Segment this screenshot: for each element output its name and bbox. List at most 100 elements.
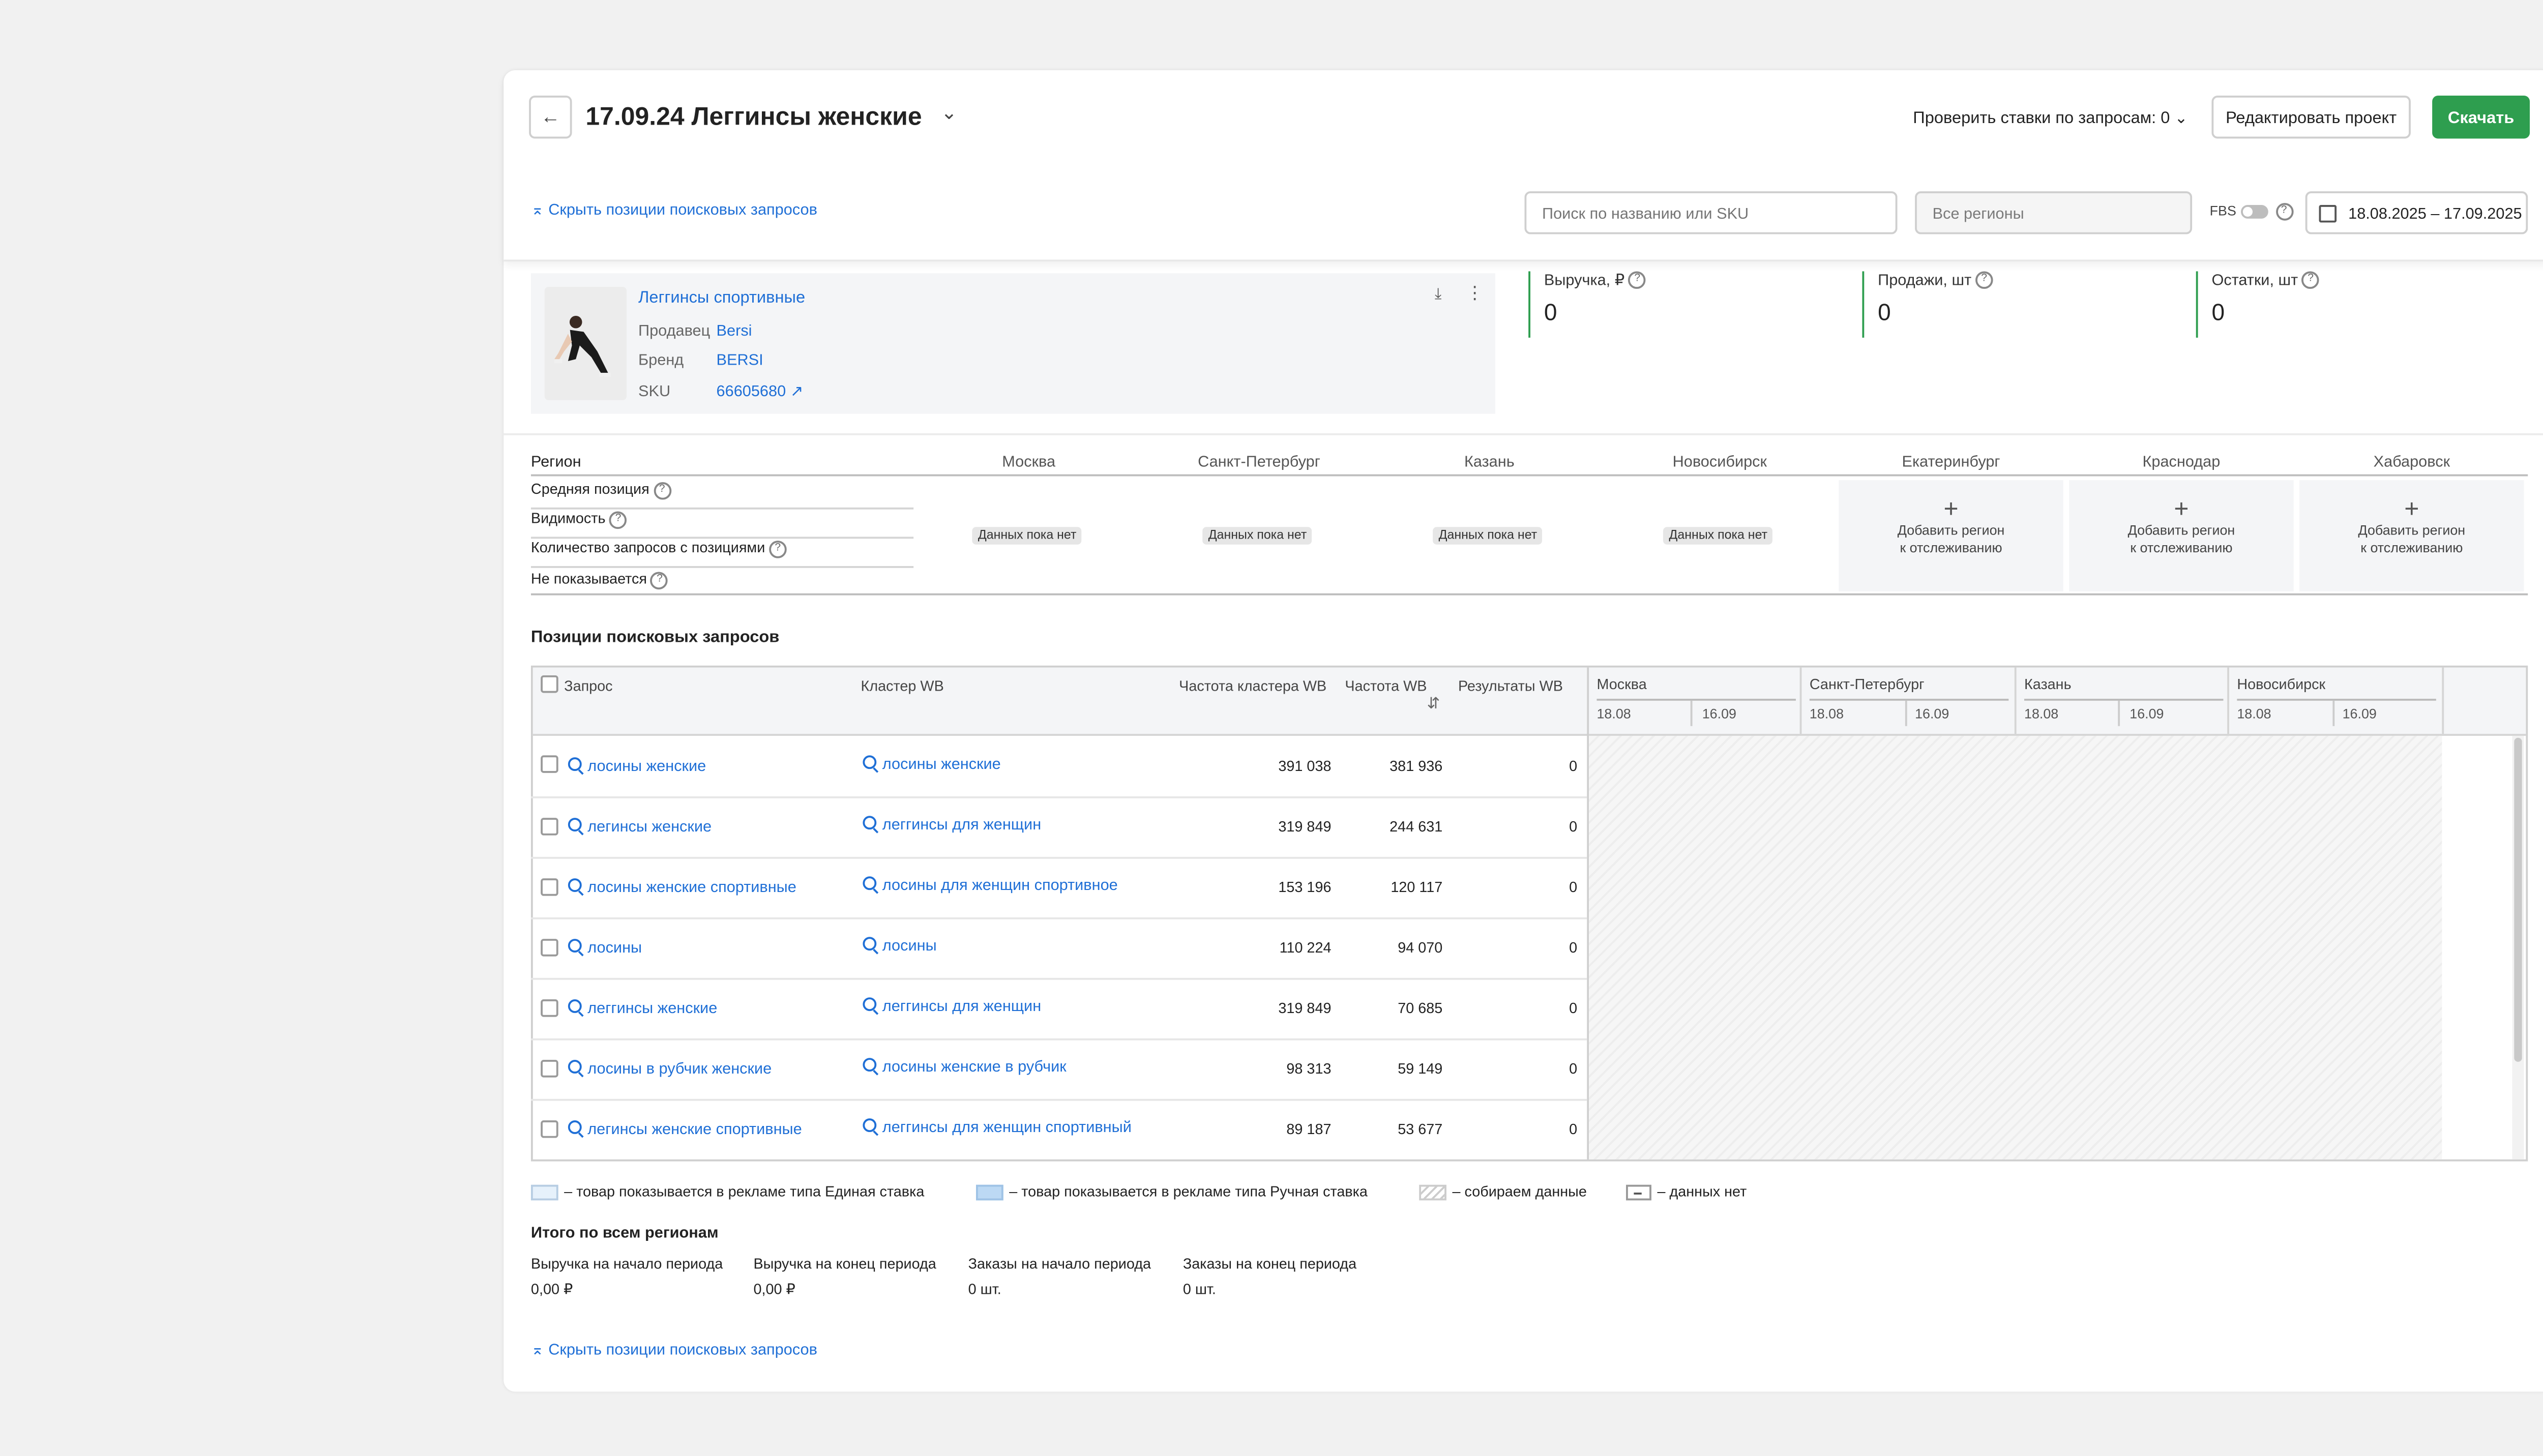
sku-link[interactable]: 66605680 ↗ [717,382,804,400]
cluster-frequency-value: 319 849 [1278,999,1332,1017]
results-value: 0 [1569,757,1578,775]
row-checkbox[interactable] [541,755,558,773]
arrow-left-icon: ← [541,106,560,128]
fbs-toggle[interactable] [2240,204,2268,219]
sort-icon[interactable]: ⇵ [1427,695,1440,712]
row-checkbox[interactable] [541,878,558,896]
date-start: 18.08 [1809,708,1844,723]
row-checkbox[interactable] [541,1060,558,1078]
col-cluster-frequency[interactable]: Частота кластера WB [1179,677,1326,695]
select-all-checkbox[interactable] [541,675,558,693]
cluster-link[interactable]: леггинсы для женщин [863,816,1041,834]
metric-label: Продажи, шт? [1878,271,2155,290]
search-icon [568,999,582,1013]
toggle-knob [2242,206,2252,217]
total-orders-start-value: 0 шт. [968,1280,1001,1298]
help-icon[interactable]: ? [653,481,671,499]
col-cluster[interactable]: Кластер WB [861,677,944,695]
legend-single-bid: – товар показывается в рекламе типа Един… [530,1183,924,1201]
rc-kazan: Казань [2024,675,2224,701]
help-icon[interactable]: ? [2301,272,2320,290]
scrollbar-thumb[interactable] [2514,737,2522,1062]
cluster-frequency-value: 98 313 [1286,1060,1332,1078]
help-icon[interactable]: ? [768,540,787,557]
metric-value: 0 [2211,299,2225,327]
date-end: 16.09 [1702,708,1737,723]
search-icon [863,876,877,890]
help-icon[interactable]: ? [1975,272,1993,290]
help-icon[interactable]: ? [650,571,669,589]
help-icon[interactable]: ? [1628,272,1646,290]
row-checkbox[interactable] [541,939,558,957]
region-sep [2014,667,2017,734]
search-input[interactable] [1524,191,1898,234]
back-button[interactable]: ← [529,96,572,139]
rc-novosibirsk: Новосибирск [2237,675,2436,701]
metric-value: 0 [1544,299,1557,327]
cluster-link[interactable]: леггинсы для женщин [863,997,1041,1015]
sku-label: SKU [638,382,671,400]
region-sep [1799,667,1802,734]
cluster-link[interactable]: лосины для женщин спортивное [863,876,1118,894]
hide-positions-link[interactable]: ⌅ Скрыть позиции поисковых запросов [531,201,817,219]
query-link[interactable]: лосины женские спортивные [568,878,796,896]
col-query[interactable]: Запрос [564,677,612,695]
region-sep [2227,667,2229,734]
brand-link[interactable]: BERSI [717,351,763,369]
add-region-khabarovsk[interactable]: + Добавить регион к отслеживанию [2299,480,2524,591]
frequency-value: 381 936 [1389,757,1443,775]
hide-positions-footer-link[interactable]: ⌅ Скрыть позиции поисковых запросов [531,1341,817,1359]
cluster-link[interactable]: леггинсы для женщин спортивный [863,1118,1132,1136]
query-link[interactable]: легинсы женские спортивные [568,1120,802,1138]
help-icon[interactable]: ? [609,510,627,528]
date-divider [1905,700,1907,726]
table-row: лосины женские лосины женские 391 038 38… [530,736,1587,798]
title-dropdown-chevron-icon[interactable]: ⌄ [941,103,957,125]
query-link[interactable]: лосины в рубчик женские [568,1060,772,1078]
row-checkbox[interactable] [541,1120,558,1138]
query-link[interactable]: лосины женские [568,757,706,775]
metric-sales: Продажи, шт? 0 [1862,271,2155,338]
no-data-badge: Данных пока нет [1663,527,1773,545]
download-icon[interactable]: ⤓ [1435,285,1442,304]
region-col-krasnodar: Краснодар [2142,453,2221,470]
date-end: 16.09 [1915,708,1949,723]
add-region-ekaterinburg[interactable]: + Добавить регион к отслеживанию [1839,480,2063,591]
cluster-link[interactable]: лосины женские в рубчик [863,1058,1067,1076]
region-col-novosibirsk: Новосибирск [1672,453,1767,470]
row-checkbox[interactable] [541,818,558,836]
no-data-badge: Данных пока нет [1433,527,1543,545]
query-link[interactable]: легинсы женские [568,818,712,836]
help-icon[interactable]: ? [2275,203,2293,221]
date-end: 16.09 [2130,708,2164,723]
row-checkbox[interactable] [541,999,558,1017]
col-frequency[interactable]: Частота WB [1345,677,1427,695]
download-button[interactable]: Скачать [2432,96,2530,139]
product-name-link[interactable]: Леггинсы спортивные [638,287,805,306]
table-row: леггинсы женские леггинсы для женщин 319… [530,978,1587,1041]
cluster-frequency-value: 110 224 [1279,939,1332,957]
results-value: 0 [1569,999,1578,1017]
cluster-frequency-value: 319 849 [1278,818,1332,836]
seller-link[interactable]: Bersi [717,322,752,340]
region-header-line [530,474,2528,477]
cluster-frequency-value: 89 187 [1286,1120,1332,1138]
cluster-link[interactable]: лосины [863,937,937,955]
regions-select[interactable]: Все регионы [1915,191,2193,234]
search-icon [863,1058,877,1072]
search-icon [568,818,582,831]
date-range-picker[interactable]: 18.08.2025 – 17.09.2025 [2305,191,2528,234]
search-icon [568,1060,582,1074]
legend-swatch [976,1184,1003,1201]
add-region-krasnodar[interactable]: + Добавить регион к отслеживанию [2069,480,2294,591]
col-results[interactable]: Результаты WB [1458,677,1563,695]
total-revenue-end-value: 0,00 ₽ [753,1280,795,1298]
query-link[interactable]: лосины [568,939,642,957]
cluster-link[interactable]: лосины женские [863,755,1001,773]
metric-revenue: Выручка, ₽? 0 [1528,271,1821,338]
region-col-khabarovsk: Хабаровск [2373,453,2450,470]
more-vertical-icon[interactable]: ⋮ [1466,283,1484,305]
check-bids-dropdown[interactable]: Проверить ставки по запросам: 0 ⌄ [1913,107,2187,127]
query-link[interactable]: леггинсы женские [568,999,717,1017]
edit-project-button[interactable]: Редактировать проект [2211,96,2411,139]
